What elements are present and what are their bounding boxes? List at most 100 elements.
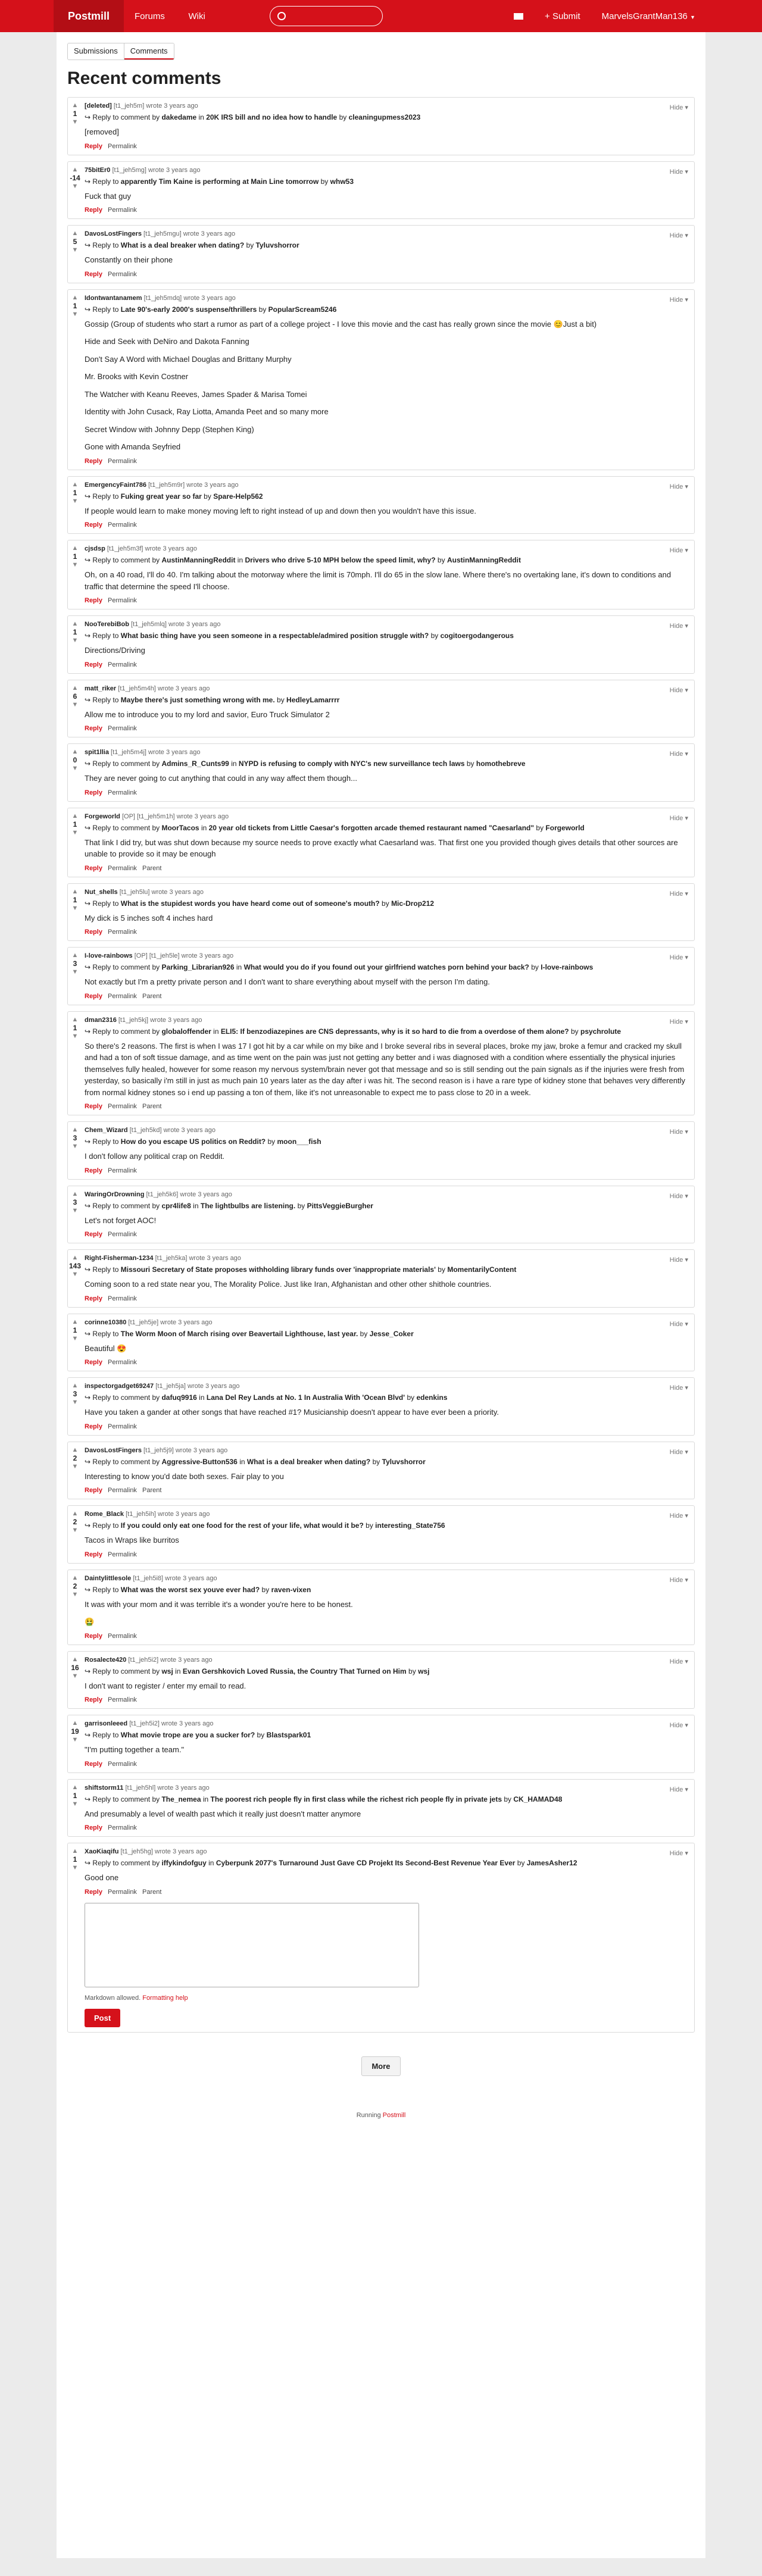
reply-button[interactable]: Reply xyxy=(85,1103,102,1110)
comment-author[interactable]: Forgeworld xyxy=(85,813,120,820)
permalink[interactable]: Permalink xyxy=(108,865,137,872)
comment-author[interactable]: Chem_Wizard xyxy=(85,1127,128,1134)
parent-author-link[interactable]: whw53 xyxy=(330,177,354,186)
forum-link[interactable]: iffykindofguy xyxy=(161,1859,206,1867)
hide-button[interactable]: Hide ▾ xyxy=(670,814,688,822)
parent-author-link[interactable]: Tyluvshorror xyxy=(382,1458,426,1466)
comment-author[interactable]: Rome_Black xyxy=(85,1511,124,1518)
thread-link[interactable]: ELI5: If benzodiazepines are CNS depress… xyxy=(221,1027,569,1036)
downvote-icon[interactable]: ▼ xyxy=(68,765,82,772)
permalink[interactable]: Permalink xyxy=(108,1231,137,1238)
thread-link[interactable]: The Worm Moon of March rising over Beave… xyxy=(121,1330,358,1338)
permalink[interactable]: Permalink xyxy=(108,1889,137,1896)
parent-author-link[interactable]: I-love-rainbows xyxy=(541,963,593,971)
upvote-icon[interactable]: ▲ xyxy=(68,1318,82,1325)
permalink[interactable]: Permalink xyxy=(108,1167,137,1174)
parent-link[interactable]: Parent xyxy=(142,993,161,1000)
reply-button[interactable]: Reply xyxy=(85,993,102,1000)
upvote-icon[interactable]: ▲ xyxy=(68,1016,82,1023)
downvote-icon[interactable]: ▼ xyxy=(68,119,82,126)
hide-button[interactable]: Hide ▾ xyxy=(670,1448,688,1456)
parent-author-link[interactable]: PittsVeggieBurgher xyxy=(307,1202,373,1210)
hide-button[interactable]: Hide ▾ xyxy=(670,104,688,111)
forum-link[interactable]: The_nemea xyxy=(161,1795,201,1803)
forum-link[interactable]: globaloffender xyxy=(161,1027,211,1036)
forum-link[interactable]: wsj xyxy=(161,1667,173,1675)
reply-button[interactable]: Reply xyxy=(85,1889,102,1896)
reply-button[interactable]: Reply xyxy=(85,1633,102,1640)
parent-author-link[interactable]: JamesAsher12 xyxy=(527,1859,577,1867)
hide-button[interactable]: Hide ▾ xyxy=(670,483,688,490)
hide-button[interactable]: Hide ▾ xyxy=(670,686,688,694)
downvote-icon[interactable]: ▼ xyxy=(68,1207,82,1214)
thread-link[interactable]: How do you escape US politics on Reddit? xyxy=(121,1137,266,1146)
forum-link[interactable]: dakedame xyxy=(161,113,196,121)
downvote-icon[interactable]: ▼ xyxy=(68,1143,82,1150)
comment-author[interactable]: matt_riker xyxy=(85,685,116,692)
reply-button[interactable]: Reply xyxy=(85,1295,102,1302)
permalink[interactable]: Permalink xyxy=(108,661,137,668)
parent-author-link[interactable]: Spare-Help562 xyxy=(213,492,263,501)
comment-author[interactable]: dman2316 xyxy=(85,1017,117,1024)
tab-submissions[interactable]: Submissions xyxy=(68,43,124,60)
footer-link[interactable]: Postmill xyxy=(383,2112,406,2119)
nav-link-forums[interactable]: Forums xyxy=(124,11,176,21)
comment-author[interactable]: I-love-rainbows xyxy=(85,952,133,959)
upvote-icon[interactable]: ▲ xyxy=(68,812,82,819)
forum-link[interactable]: Parking_Librarian926 xyxy=(161,963,234,971)
permalink[interactable]: Permalink xyxy=(108,1423,137,1430)
hide-button[interactable]: Hide ▾ xyxy=(670,232,688,239)
hide-button[interactable]: Hide ▾ xyxy=(670,1256,688,1264)
comment-author[interactable]: Daintylittlesole xyxy=(85,1575,131,1582)
thread-link[interactable]: If you could only eat one food for the r… xyxy=(121,1521,364,1530)
hide-button[interactable]: Hide ▾ xyxy=(670,1384,688,1392)
parent-author-link[interactable]: PopularScream5246 xyxy=(268,305,337,314)
permalink[interactable]: Permalink xyxy=(108,725,137,732)
downvote-icon[interactable]: ▼ xyxy=(68,1463,82,1470)
upvote-icon[interactable]: ▲ xyxy=(68,1383,82,1389)
forum-link[interactable]: dafuq9916 xyxy=(161,1393,196,1402)
thread-link[interactable]: What is a deal breaker when dating? xyxy=(247,1458,370,1466)
comment-author[interactable]: DavosLostFingers xyxy=(85,1447,142,1454)
permalink[interactable]: Permalink xyxy=(108,207,137,214)
thread-link[interactable]: What is a deal breaker when dating? xyxy=(121,241,244,249)
upvote-icon[interactable]: ▲ xyxy=(68,1190,82,1197)
comment-author[interactable]: inspectorgadget69247 xyxy=(85,1383,154,1390)
reply-button[interactable]: Reply xyxy=(85,207,102,214)
downvote-icon[interactable]: ▼ xyxy=(68,1399,82,1406)
forum-link[interactable]: Admins_R_Cunts99 xyxy=(161,759,229,768)
reply-button[interactable]: Reply xyxy=(85,661,102,668)
upvote-icon[interactable]: ▲ xyxy=(68,481,82,487)
parent-author-link[interactable]: psychrolute xyxy=(580,1027,621,1036)
hide-button[interactable]: Hide ▾ xyxy=(670,1018,688,1026)
comment-author[interactable]: Nut_shells xyxy=(85,889,118,896)
thread-link[interactable]: What is the stupidest words you have hea… xyxy=(121,899,380,908)
upvote-icon[interactable]: ▲ xyxy=(68,684,82,691)
upvote-icon[interactable]: ▲ xyxy=(68,1848,82,1855)
thread-link[interactable]: 20K IRS bill and no idea how to handle xyxy=(206,113,337,121)
downvote-icon[interactable]: ▼ xyxy=(68,1033,82,1039)
comment-author[interactable]: garrisonleeed xyxy=(85,1720,127,1727)
hide-button[interactable]: Hide ▾ xyxy=(670,1721,688,1729)
downvote-icon[interactable]: ▼ xyxy=(68,183,82,189)
more-button[interactable]: More xyxy=(361,2056,401,2076)
parent-link[interactable]: Parent xyxy=(142,1889,161,1896)
parent-link[interactable]: Parent xyxy=(142,865,161,872)
reply-button[interactable]: Reply xyxy=(85,1487,102,1494)
thread-link[interactable]: Maybe there's just something wrong with … xyxy=(121,696,275,704)
upvote-icon[interactable]: ▲ xyxy=(68,1574,82,1581)
formatting-help-link[interactable]: Formatting help xyxy=(142,1994,188,2002)
thread-link[interactable]: The lightbulbs are listening. xyxy=(201,1202,295,1210)
comment-author[interactable]: NooTerebiBob xyxy=(85,621,129,628)
tab-comments[interactable]: Comments xyxy=(124,43,174,60)
permalink[interactable]: Permalink xyxy=(108,1103,137,1110)
upvote-icon[interactable]: ▲ xyxy=(68,621,82,627)
parent-author-link[interactable]: interesting_State756 xyxy=(375,1521,445,1530)
downvote-icon[interactable]: ▼ xyxy=(68,905,82,911)
permalink[interactable]: Permalink xyxy=(108,1359,137,1366)
hide-button[interactable]: Hide ▾ xyxy=(670,1849,688,1857)
permalink[interactable]: Permalink xyxy=(108,1551,137,1558)
upvote-icon[interactable]: ▲ xyxy=(68,102,82,109)
downvote-icon[interactable]: ▼ xyxy=(68,1672,82,1679)
permalink[interactable]: Permalink xyxy=(108,789,137,796)
